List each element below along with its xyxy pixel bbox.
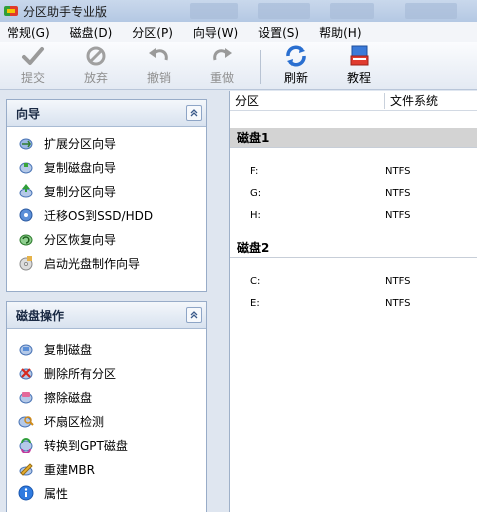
table-row[interactable]: F: NTFS — [230, 161, 477, 183]
wizard-panel: 向导 扩展分区向导 复制磁盘向导 复制分区向导 迁移OS到SSD/HDD 分区恢… — [6, 99, 207, 292]
wizard-panel-title: 向导 — [16, 106, 41, 121]
table-row[interactable]: C: NTFS — [230, 271, 477, 293]
collapse-disk-operations-button[interactable] — [186, 307, 202, 323]
disk-op-bad-sector-check[interactable]: 坏扇区检测 — [7, 409, 206, 433]
table-row[interactable]: E: NTFS — [230, 293, 477, 315]
refresh-button[interactable]: 刷新 — [271, 44, 321, 86]
menu-settings[interactable]: 设置(S) — [251, 24, 306, 41]
wizard-panel-header[interactable]: 向导 — [7, 100, 206, 127]
app-logo-icon — [4, 4, 18, 18]
disk-op-copy-disk[interactable]: 复制磁盘 — [7, 337, 206, 361]
checkmark-icon — [22, 47, 44, 65]
disk-op-properties[interactable]: 属性 — [7, 481, 206, 505]
commit-label: 提交 — [20, 71, 45, 85]
wipe-disk-icon — [19, 392, 33, 404]
partition-table: 分区 文件系统 磁盘1 F: NTFS G: NTFS H: NTFS 磁盘2 … — [229, 91, 477, 512]
window-title: 分区助手专业版 — [23, 4, 108, 19]
menu-bar: 常规(G) 磁盘(D) 分区(P) 向导(W) 设置(S) 帮助(H) — [0, 22, 477, 42]
wizard-copy-partition[interactable]: 复制分区向导 — [7, 179, 206, 203]
undo-label: 撤销 — [146, 71, 171, 85]
disk-op-delete-all-partitions[interactable]: 删除所有分区 — [7, 361, 206, 385]
menu-disk[interactable]: 磁盘(D) — [63, 24, 120, 41]
disk-op-wipe-disk[interactable]: 擦除磁盘 — [7, 385, 206, 409]
copy-disk-icon — [19, 162, 33, 174]
undo-button[interactable]: 撤销 — [134, 44, 184, 86]
menu-general[interactable]: 常规(G) — [0, 24, 57, 41]
delete-partitions-icon — [19, 368, 33, 380]
menu-wizard[interactable]: 向导(W) — [186, 24, 245, 41]
chevron-up-icon — [190, 109, 198, 117]
info-icon — [18, 485, 34, 501]
partition-recovery-icon — [19, 234, 33, 246]
redo-icon — [213, 48, 232, 61]
copy-partition-icon — [19, 184, 33, 198]
redo-button[interactable]: 重做 — [197, 44, 247, 86]
disk-op-convert-gpt[interactable]: 转换到GPT磁盘 — [7, 433, 206, 457]
convert-gpt-icon — [19, 438, 33, 453]
table-row[interactable]: G: NTFS — [230, 183, 477, 205]
table-row[interactable]: H: NTFS — [230, 205, 477, 227]
discard-label: 放弃 — [83, 71, 108, 85]
disk-row-2[interactable]: 磁盘2 — [230, 238, 477, 258]
undo-icon — [149, 48, 168, 61]
disk-row-1[interactable]: 磁盘1 — [230, 128, 477, 148]
toolbar: 提交 放弃 撤销 重做 刷新 教程 — [0, 42, 477, 90]
disk-operations-header[interactable]: 磁盘操作 — [7, 302, 206, 329]
column-separator[interactable] — [384, 93, 385, 109]
bad-sector-check-icon — [18, 416, 34, 428]
wizard-migrate-os[interactable]: 迁移OS到SSD/HDD — [7, 203, 206, 227]
refresh-label: 刷新 — [283, 71, 308, 85]
menu-partition[interactable]: 分区(P) — [125, 24, 180, 41]
title-bar: 分区助手专业版 — [0, 0, 477, 22]
discard-button[interactable]: 放弃 — [71, 44, 121, 86]
wizard-copy-disk[interactable]: 复制磁盘向导 — [7, 155, 206, 179]
wizard-bootable-media[interactable]: 启动光盘制作向导 — [7, 251, 206, 275]
disk-op-rebuild-mbr[interactable]: 重建MBR — [7, 457, 206, 481]
blurred-tab — [330, 3, 374, 19]
menu-help[interactable]: 帮助(H) — [312, 24, 368, 41]
redo-label: 重做 — [209, 71, 234, 85]
migrate-os-icon — [19, 208, 33, 222]
wizard-extend-partition[interactable]: 扩展分区向导 — [7, 131, 206, 155]
column-filesystem[interactable]: 文件系统 — [390, 92, 438, 109]
toolbar-separator — [260, 50, 261, 84]
wizard-partition-recovery[interactable]: 分区恢复向导 — [7, 227, 206, 251]
column-partition[interactable]: 分区 — [235, 92, 259, 109]
commit-button[interactable]: 提交 — [8, 44, 58, 86]
tutorial-button[interactable]: 教程 — [334, 44, 384, 86]
rebuild-mbr-icon — [19, 463, 33, 476]
copy-disk-icon — [19, 344, 33, 356]
refresh-icon — [286, 45, 306, 67]
chevron-up-icon — [190, 311, 198, 319]
left-sidebar: 向导 扩展分区向导 复制磁盘向导 复制分区向导 迁移OS到SSD/HDD 分区恢… — [0, 91, 228, 512]
tutorial-label: 教程 — [346, 71, 371, 85]
disk-operations-panel: 磁盘操作 复制磁盘 删除所有分区 擦除磁盘 坏扇区检测 转换到GPT磁盘 重建M… — [6, 301, 207, 512]
table-header: 分区 文件系统 — [230, 91, 477, 111]
discard-icon — [86, 46, 106, 66]
blurred-tab — [190, 3, 238, 19]
bootable-cd-icon — [19, 256, 33, 271]
blurred-tab — [258, 3, 310, 19]
blurred-tab — [405, 3, 457, 19]
disk-operations-title: 磁盘操作 — [16, 308, 65, 323]
extend-partition-icon — [19, 138, 33, 150]
tutorial-book-icon — [350, 45, 369, 66]
collapse-wizard-button[interactable] — [186, 105, 202, 121]
